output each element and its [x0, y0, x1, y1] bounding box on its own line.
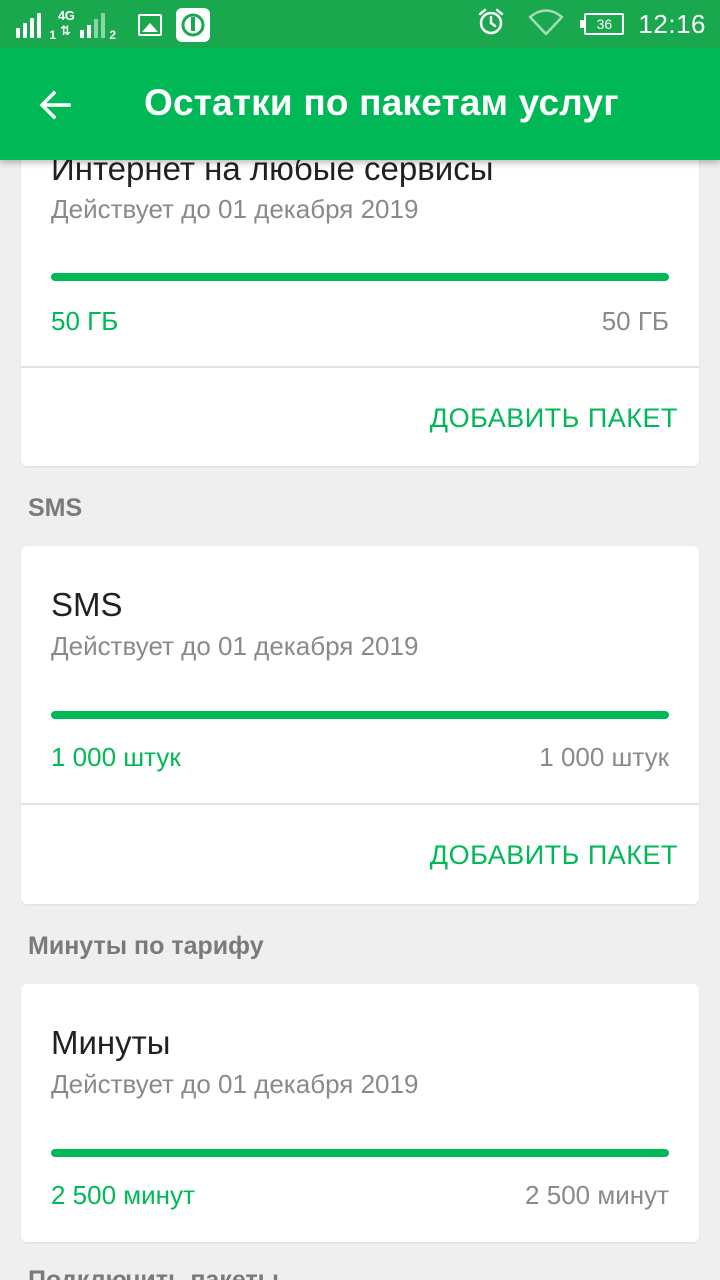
package-remaining: 1 000 штук — [51, 742, 181, 772]
package-total: 50 ГБ — [601, 306, 669, 336]
battery-icon: 36 — [580, 13, 625, 35]
card-divider — [21, 803, 699, 805]
package-remaining: 50 ГБ — [51, 306, 119, 336]
section-title-connect-packages: Подключить пакеты — [28, 1266, 280, 1280]
signal-sim2-icon: 4G ⇅ 2 — [58, 8, 116, 42]
content-scroll[interactable]: Интернет на любые сервисы Действует до 0… — [0, 0, 720, 1280]
screen: Интернет на любые сервисы Действует до 0… — [0, 0, 720, 1280]
gallery-notification-icon — [138, 14, 162, 36]
add-package-button[interactable]: ДОБАВИТЬ ПАКЕТ — [430, 403, 678, 434]
page-title: Остатки по пакетам услуг — [144, 82, 619, 123]
network-type-label: 4G — [58, 8, 75, 23]
card-divider — [21, 366, 699, 368]
package-remaining: 2 500 минут — [51, 1180, 195, 1210]
package-card-minutes: Минуты Действует до 01 декабря 2019 2 50… — [21, 984, 699, 1242]
sim1-label: 1 — [49, 28, 56, 42]
package-progress-bar — [51, 711, 669, 719]
arrow-back-icon — [39, 90, 71, 120]
battery-level: 36 — [596, 16, 613, 32]
package-card-sms: SMS Действует до 01 декабря 2019 1 000 ш… — [21, 546, 699, 904]
package-total: 1 000 штук — [539, 742, 669, 772]
package-card-internet: Интернет на любые сервисы Действует до 0… — [21, 110, 699, 466]
package-valid-until: Действует до 01 декабря 2019 — [51, 194, 419, 224]
package-valid-until: Действует до 01 декабря 2019 — [51, 631, 419, 661]
signal-sim1-icon: 1 — [14, 12, 56, 42]
package-progress-bar — [51, 1149, 669, 1157]
status-clock: 12:16 — [638, 8, 706, 39]
section-title-minutes: Минуты по тарифу — [28, 932, 264, 960]
wifi-icon — [528, 8, 564, 41]
package-progress-fill — [51, 1149, 669, 1157]
package-progress-fill — [51, 711, 669, 719]
section-title-sms: SMS — [28, 494, 83, 522]
app-bar: Остатки по пакетам услуг — [0, 48, 720, 160]
alarm-icon — [476, 7, 506, 42]
data-transfer-icon: ⇅ — [60, 23, 71, 38]
status-bar: 1 4G ⇅ 2 36 12:16 — [0, 0, 720, 48]
back-button[interactable] — [30, 80, 80, 130]
package-name: Минуты — [51, 1024, 171, 1061]
package-name: SMS — [51, 586, 123, 623]
package-progress-bar — [51, 273, 669, 281]
app-notification-icon — [176, 8, 210, 42]
package-total: 2 500 минут — [525, 1180, 669, 1210]
package-valid-until: Действует до 01 декабря 2019 — [51, 1069, 419, 1099]
add-package-button[interactable]: ДОБАВИТЬ ПАКЕТ — [430, 840, 678, 871]
package-progress-fill — [51, 273, 669, 281]
sim2-label: 2 — [109, 28, 116, 42]
